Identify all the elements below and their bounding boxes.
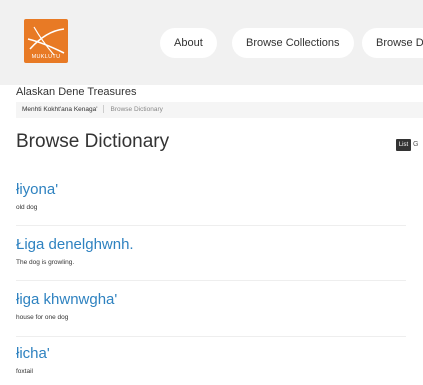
muklutu-logo[interactable]: MUKLUTU bbox=[24, 19, 68, 63]
entry-divider bbox=[16, 280, 406, 281]
site-title: Alaskan Dene Treasures bbox=[16, 86, 137, 98]
breadcrumb: Menhti Kokht'ana Kenaga' Browse Dictionar… bbox=[16, 102, 423, 118]
entry-word-link[interactable]: łiyona' bbox=[16, 181, 58, 198]
nav-browse-collections[interactable]: Browse Collections bbox=[232, 28, 354, 58]
entry-word-link[interactable]: łicha' bbox=[16, 345, 50, 362]
page-title: Browse Dictionary bbox=[16, 131, 170, 152]
entry-definition: foxtail bbox=[16, 368, 33, 375]
entry-word-link[interactable]: Łiga denelghwnh. bbox=[16, 236, 134, 253]
nav-about[interactable]: About bbox=[160, 28, 217, 58]
entry-word-link[interactable]: łiga khwnwgha' bbox=[16, 291, 117, 308]
view-grid-button[interactable]: G bbox=[413, 139, 423, 151]
site-header: MUKLUTU About Browse Collections Browse … bbox=[0, 0, 423, 85]
entry-definition: house for one dog bbox=[16, 314, 69, 321]
view-list-button[interactable]: List bbox=[396, 139, 411, 151]
nav-browse-dictionary[interactable]: Browse D bbox=[362, 28, 423, 58]
dictionary-entry: łicha' foxtail bbox=[16, 345, 50, 375]
breadcrumb-home-link[interactable]: Menhti Kokht'ana Kenaga' bbox=[22, 106, 97, 113]
dictionary-entry: Łiga denelghwnh. The dog is growling. bbox=[16, 236, 134, 266]
dictionary-entry: łiyona' old dog bbox=[16, 181, 58, 211]
entry-definition: old dog bbox=[16, 204, 38, 211]
dictionary-entry: łiga khwnwgha' house for one dog bbox=[16, 291, 117, 321]
breadcrumb-current: Browse Dictionary bbox=[110, 106, 163, 113]
entry-divider bbox=[16, 336, 406, 337]
entry-definition: The dog is growling. bbox=[16, 259, 75, 266]
logo-text: MUKLUTU bbox=[31, 54, 61, 60]
breadcrumb-separator bbox=[103, 105, 105, 114]
entry-divider bbox=[16, 225, 406, 226]
